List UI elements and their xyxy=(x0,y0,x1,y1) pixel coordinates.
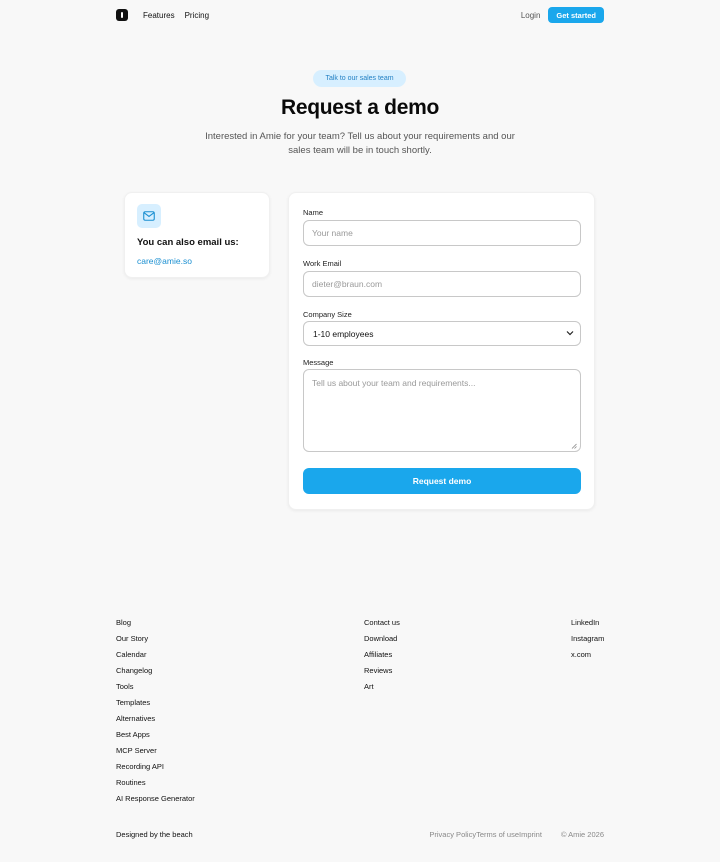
page-subtitle: Interested in Amie for your team? Tell u… xyxy=(205,131,515,156)
login-link[interactable]: Login xyxy=(521,11,541,20)
imprint-label: Imprint xyxy=(519,830,542,839)
company-size-label: Company Size xyxy=(303,310,352,319)
message-label: Message xyxy=(303,358,334,367)
footer-link-alternatives[interactable]: Alternatives xyxy=(116,714,195,730)
copyright-text: © Amie 2026 xyxy=(560,830,604,839)
request-demo-button[interactable]: Request demo xyxy=(303,468,581,494)
nav-link-features[interactable]: Features xyxy=(143,11,175,20)
imprint-link[interactable]: Imprint xyxy=(519,830,542,839)
footer-link-changelog[interactable]: Changelog xyxy=(116,666,195,682)
footer-link-contact-us[interactable]: Contact us xyxy=(364,618,400,634)
email-contact-card: You can also email us: care@amie.so xyxy=(124,192,270,278)
mail-icon xyxy=(143,211,155,221)
terms-of-use-label: Terms of use xyxy=(476,830,520,839)
footer-link-blog[interactable]: Blog xyxy=(116,618,195,634)
chevron-down-icon xyxy=(566,331,574,336)
sales-team-badge: Talk to our sales team xyxy=(313,70,406,87)
message-wrapper xyxy=(289,369,594,453)
privacy-policy-label: Privacy Policy xyxy=(429,830,477,839)
support-email-link[interactable]: care@amie.so xyxy=(137,256,192,266)
privacy-policy-link[interactable]: Privacy Policy xyxy=(429,830,476,839)
footer-link-ai-response-generator[interactable]: AI Response Generator xyxy=(116,794,195,810)
mail-icon-box xyxy=(137,204,161,228)
footer-column-company: Contact us Download Affiliates Reviews A… xyxy=(364,618,400,698)
footer-link-best-apps[interactable]: Best Apps xyxy=(116,730,195,746)
amie-logo[interactable] xyxy=(116,9,128,21)
designed-by-text: Designed by the beach xyxy=(116,830,193,839)
footer-link-download[interactable]: Download xyxy=(364,634,400,650)
company-size-value: 1-10 employees xyxy=(313,328,374,339)
name-input[interactable] xyxy=(303,220,581,246)
footer-link-tools[interactable]: Tools xyxy=(116,682,195,698)
email-card-title: You can also email us: xyxy=(137,237,239,248)
footer-column-social: LinkedIn Instagram x.com xyxy=(571,618,604,666)
footer-link-x[interactable]: x.com xyxy=(571,650,604,666)
demo-request-form: Name Work Email Company Size 1-10 employ… xyxy=(288,192,595,510)
terms-of-use-link[interactable]: Terms of use xyxy=(476,830,519,839)
page-title: Request a demo xyxy=(280,96,439,119)
footer-link-art[interactable]: Art xyxy=(364,682,400,698)
footer-link-mcp-server[interactable]: MCP Server xyxy=(116,746,195,762)
company-size-select[interactable]: 1-10 employees xyxy=(303,321,581,346)
footer-link-calendar[interactable]: Calendar xyxy=(116,650,195,666)
footer-link-linkedin[interactable]: LinkedIn xyxy=(571,618,604,634)
legal-links: Privacy Policy Terms of use Imprint © Am… xyxy=(429,830,604,839)
work-email-label: Work Email xyxy=(303,259,342,268)
footer-link-recording-api[interactable]: Recording API xyxy=(116,762,195,778)
footer-link-instagram[interactable]: Instagram xyxy=(571,634,604,650)
work-email-input[interactable] xyxy=(303,271,581,297)
get-started-button[interactable]: Get started xyxy=(548,7,604,23)
name-label: Name xyxy=(303,208,324,217)
footer-link-routines[interactable]: Routines xyxy=(116,778,195,794)
nav-actions: Login Get started xyxy=(521,7,604,23)
footer-link-reviews[interactable]: Reviews xyxy=(364,666,400,682)
footer-link-affiliates[interactable]: Affiliates xyxy=(364,650,400,666)
message-textarea[interactable] xyxy=(303,369,581,452)
footer-link-our-story[interactable]: Our Story xyxy=(116,634,195,650)
resize-grip-icon[interactable] xyxy=(571,443,577,449)
nav-link-pricing[interactable]: Pricing xyxy=(185,11,209,20)
footer-link-templates[interactable]: Templates xyxy=(116,698,195,714)
footer-column-product: Blog Our Story Calendar Changelog Tools … xyxy=(116,618,195,810)
nav-bar: Features Pricing Login Get started xyxy=(116,7,604,23)
